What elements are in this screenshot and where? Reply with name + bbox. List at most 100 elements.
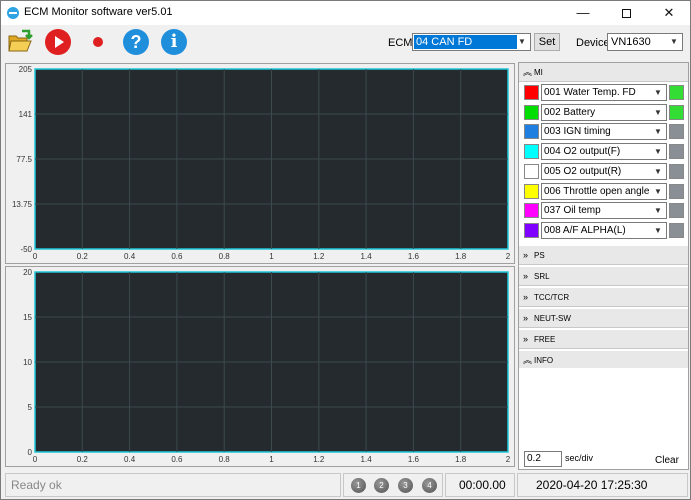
mi-signal-select[interactable]: 002 Battery ▼ (541, 103, 667, 121)
mi-color-swatch[interactable] (524, 85, 539, 100)
title-bar: ECM Monitor software ver5.01 — ✕ (1, 1, 690, 25)
mi-item: 003 IGN timing ▼ (519, 122, 688, 141)
step-3-indicator: 3 (398, 478, 413, 493)
mi-signal-select[interactable]: 004 O2 output(F) ▼ (541, 143, 667, 161)
y-tick-label: 13.75 (12, 200, 33, 209)
toolbar: ? i ECM 04 CAN FD ▼ Set Device VN1630 ▼ (1, 25, 690, 61)
chevron-icon: » (523, 292, 529, 302)
y-tick-label: 205 (19, 65, 33, 74)
chevron-down-icon: ▼ (670, 37, 678, 46)
x-tick-label: 0.4 (124, 252, 136, 261)
mi-signal-select[interactable]: 006 Throttle open angle ▼ (541, 182, 667, 200)
device-label: Device (576, 37, 610, 49)
help-button[interactable]: ? (123, 29, 149, 55)
x-tick-label: 0.4 (124, 455, 136, 464)
chart-top: 205 141 77.5 13.75 -50 0 0.2 0.4 0.6 0.8 1 1.2 1.4 1.… (5, 63, 515, 264)
mi-status-indicator (669, 163, 684, 179)
mi-color-swatch[interactable] (524, 203, 539, 219)
section-header-mi[interactable]: ︽ MI (519, 63, 688, 82)
mi-item: 005 O2 output(R) ▼ (519, 162, 688, 181)
x-tick-label: 1.6 (408, 252, 420, 261)
x-tick-label: 0.8 (219, 455, 231, 464)
x-tick-label: 0.8 (219, 252, 231, 261)
mi-status-indicator (669, 144, 684, 160)
step-1-indicator: 1 (351, 478, 366, 493)
x-tick-label: 1.4 (361, 455, 373, 464)
play-button[interactable] (45, 29, 71, 55)
mi-color-swatch[interactable] (524, 104, 539, 120)
x-tick-label: 0.2 (77, 252, 89, 261)
y-tick-label: 10 (23, 358, 32, 367)
mi-signal-select[interactable]: 005 O2 output(R) ▼ (541, 162, 667, 180)
minimize-button[interactable]: — (562, 1, 604, 25)
record-button[interactable] (85, 29, 111, 55)
x-tick-label: 0.6 (171, 455, 183, 464)
chevron-down-icon: ▼ (654, 107, 662, 117)
mi-signal-select[interactable]: 008 A/F ALPHA(L) ▼ (541, 221, 667, 239)
chevron-icon: » (523, 334, 529, 344)
section-header-neut-sw[interactable]: » NEUT-SW (519, 309, 688, 328)
section-header-srl[interactable]: » SRL (519, 267, 688, 286)
y-tick-label: 15 (23, 313, 32, 322)
info-body: 0.2 sec/div Clear (519, 368, 688, 469)
chart-bottom: 20 15 10 5 0 0 0.2 0.4 0.6 0.8 1 1.2 1.4 1.6 1.8 2 (5, 266, 515, 467)
chevron-icon: » (523, 313, 529, 323)
mi-status-indicator (669, 183, 684, 199)
ecm-selected-value: 04 CAN FD (414, 35, 517, 49)
ecm-select[interactable]: 04 CAN FD ▼ (412, 33, 531, 51)
mi-item: 002 Battery ▼ (519, 103, 688, 122)
sec-div-label: sec/div (565, 453, 594, 463)
chevron-down-icon: ▼ (654, 147, 662, 157)
mi-signal-label: 037 Oil temp (544, 205, 601, 217)
maximize-button[interactable] (605, 1, 647, 25)
y-tick-label: 141 (19, 110, 33, 119)
chevron-down-icon: ▼ (654, 127, 662, 137)
mi-signal-select[interactable]: 001 Water Temp. FD ▼ (541, 84, 667, 101)
open-folder-icon[interactable] (7, 29, 33, 55)
mi-color-swatch[interactable] (524, 124, 539, 140)
x-tick-label: 0.2 (77, 455, 89, 464)
mi-signal-select[interactable]: 037 Oil temp ▼ (541, 202, 667, 220)
mi-item: 006 Throttle open angle ▼ (519, 182, 688, 201)
mi-signal-label: 001 Water Temp. FD (544, 87, 636, 98)
device-selected-value: VN1630 (611, 36, 651, 48)
chevron-icon: » (523, 271, 529, 281)
mi-item: 008 A/F ALPHA(L) ▼ (519, 221, 688, 240)
mi-color-swatch[interactable] (524, 183, 539, 199)
mi-color-swatch[interactable] (524, 163, 539, 179)
chevron-down-icon: ▼ (654, 206, 662, 216)
section-header-tcc-tcr[interactable]: » TCC/TCR (519, 288, 688, 307)
mi-status-indicator (669, 203, 684, 219)
mi-status-indicator (669, 124, 684, 140)
mi-status-indicator (669, 85, 684, 100)
close-button[interactable]: ✕ (648, 1, 690, 25)
chart-bottom-svg: 201510500 0.2 0.4 0.6 0.8 1 1.2 1.4 1.6 1.8 2 (23, 268, 511, 464)
section-header-ps[interactable]: » PS (519, 246, 688, 265)
x-tick-label: 2 (506, 252, 511, 261)
window-title: ECM Monitor software ver5.01 (24, 6, 173, 18)
clear-button[interactable]: Clear (655, 455, 679, 466)
info-button[interactable]: i (161, 29, 187, 55)
x-tick-label: 0 (33, 252, 38, 261)
mi-item: 001 Water Temp. FD ▼ (519, 83, 688, 102)
app-icon (7, 7, 19, 19)
signal-panel: ︽ MI 001 Water Temp. FD ▼ 002 Battery ▼ 003 … (518, 62, 689, 470)
x-tick-label: 0 (33, 455, 38, 464)
device-select[interactable]: VN1630 ▼ (607, 33, 683, 51)
chevron-icon: » (523, 250, 529, 260)
ecm-label: ECM (388, 37, 413, 49)
mi-signal-label: 004 O2 output(F) (544, 146, 621, 158)
mi-color-swatch[interactable] (524, 222, 539, 238)
x-tick-label: 2 (506, 455, 511, 464)
current-datetime: 2020-04-20 17:25:30 (536, 478, 648, 492)
set-button[interactable]: Set (534, 33, 560, 51)
app-window: ECM Monitor software ver5.01 — ✕ ? i ECM… (0, 0, 691, 500)
chevron-down-icon: ▼ (518, 37, 526, 46)
sec-div-input[interactable]: 0.2 (524, 451, 562, 467)
x-tick-label: 1.2 (313, 455, 325, 464)
section-header-free[interactable]: » FREE (519, 330, 688, 349)
x-tick-label: 1.8 (455, 455, 467, 464)
y-tick-label: 20 (23, 268, 32, 277)
mi-color-swatch[interactable] (524, 144, 539, 160)
mi-signal-select[interactable]: 003 IGN timing ▼ (541, 123, 667, 141)
